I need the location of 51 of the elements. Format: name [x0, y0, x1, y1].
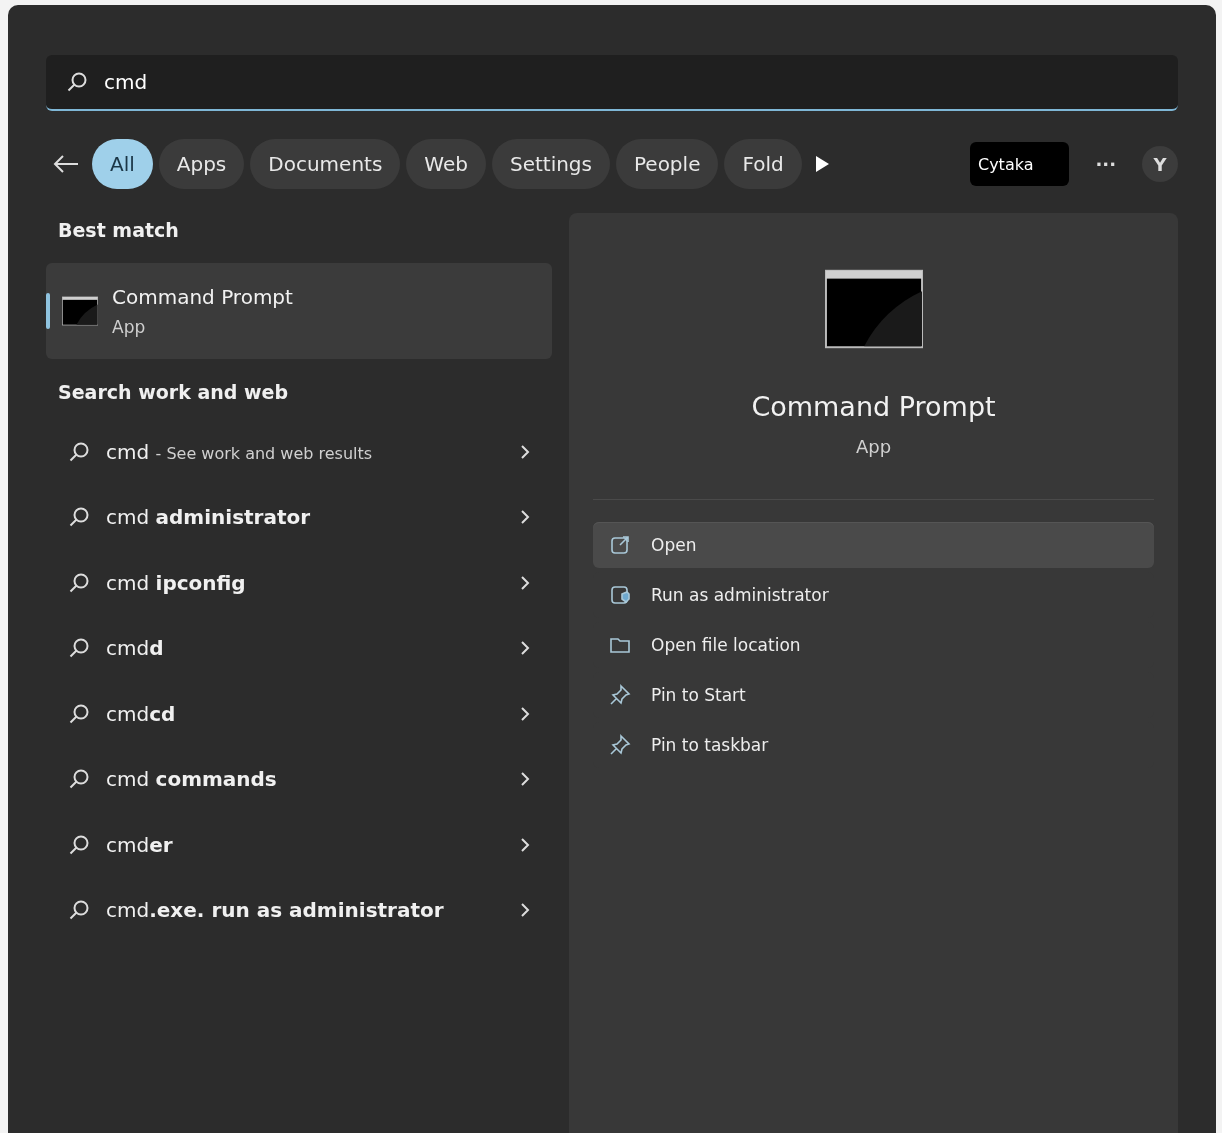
filter-tab[interactable]: Fold — [724, 139, 802, 189]
action-button[interactable]: Open — [593, 522, 1154, 568]
chevron-right-icon[interactable] — [520, 574, 530, 591]
best-match-item[interactable]: Command Prompt App — [46, 263, 552, 359]
search-icon — [68, 506, 90, 529]
search-icon — [66, 71, 88, 93]
search-icon — [68, 571, 90, 594]
chevron-right-icon[interactable] — [520, 509, 530, 526]
suggestion-text[interactable]: cmd commands — [106, 767, 504, 792]
avatar[interactable]: Y — [1142, 146, 1178, 182]
suggestion-text[interactable]: cmdcd — [106, 701, 504, 726]
section-heading: Search work and web — [57, 380, 289, 405]
chevron-right-icon[interactable] — [520, 902, 530, 919]
chevron-right-icon[interactable] — [520, 705, 530, 722]
suggestion-text[interactable]: cmd administrator — [106, 505, 504, 530]
app-type: App — [855, 436, 892, 457]
search-icon — [68, 702, 90, 725]
console-window-icon — [824, 269, 923, 349]
search-icon — [68, 637, 90, 660]
account-button[interactable]: Cytaka — [969, 142, 1070, 186]
filter-tab[interactable]: Web — [406, 139, 486, 189]
search-icon — [68, 768, 90, 791]
search-icon — [68, 899, 90, 922]
app-title: Command Prompt — [112, 285, 293, 309]
suggestion-text[interactable]: cmder — [106, 832, 504, 857]
filter-tab[interactable]: Documents — [250, 139, 401, 189]
filter-tab[interactable]: Apps — [158, 139, 245, 189]
search-input[interactable]: cmd — [102, 69, 1158, 95]
console-window-icon — [62, 296, 98, 326]
chevron-right-icon[interactable] — [520, 640, 530, 657]
more-button[interactable]: ··· — [1089, 147, 1122, 181]
chevron-right-icon[interactable] — [520, 443, 530, 460]
search-icon — [68, 440, 90, 463]
app-type: App — [112, 317, 147, 337]
search-field[interactable]: cmd — [46, 55, 1178, 111]
suggestion-text[interactable]: cmd ipconfig — [106, 570, 504, 595]
filter-tab[interactable]: People — [616, 139, 719, 189]
suggestion-text[interactable]: cmd.exe. run as administrator — [106, 898, 504, 923]
filter-tab[interactable]: All — [92, 139, 153, 189]
suggestion-text[interactable]: cmdd — [106, 636, 504, 661]
open-external-icon — [609, 534, 631, 556]
section-heading: Best match — [57, 218, 180, 243]
search-icon — [68, 833, 90, 856]
app-title: Command Prompt — [751, 391, 996, 422]
suggestion-text[interactable]: cmd - See work and web results — [106, 439, 504, 464]
shield-window-icon — [609, 584, 631, 606]
pin-icon — [609, 684, 631, 706]
filter-tab[interactable]: Settings — [491, 139, 610, 189]
chevron-right-icon[interactable] — [520, 836, 530, 853]
chevron-right-icon[interactable] — [520, 771, 530, 788]
pin-icon — [609, 734, 631, 756]
